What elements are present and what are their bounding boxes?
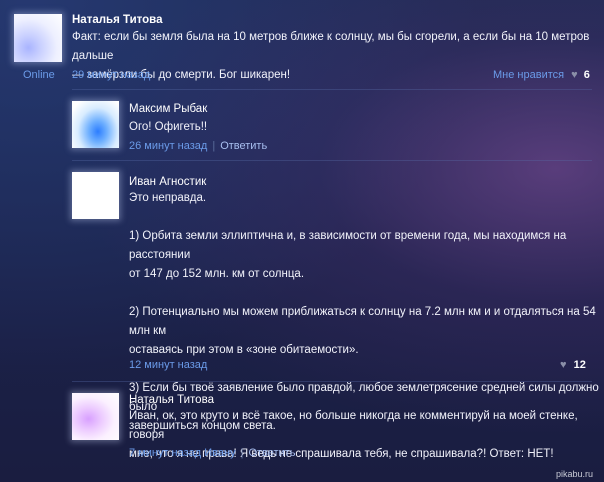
- comment-timestamp[interactable]: 26 минут назад: [129, 140, 207, 152]
- heart-icon: ♥: [560, 359, 567, 371]
- comment-timestamp[interactable]: 7 минут назад Ивану: [129, 447, 236, 459]
- comment-text-line: от 147 до 152 млн. км от солнца.: [129, 268, 305, 280]
- comment-text-line: 2) Потенциально мы можем приближаться к …: [129, 306, 596, 337]
- comment-meta: 26 минут назад | Ответить: [129, 140, 267, 152]
- comment-text: Ого! Офигеть!!: [129, 121, 208, 133]
- comment-author-name[interactable]: Иван Агностик: [129, 176, 206, 188]
- reply-button[interactable]: Ответить: [220, 140, 267, 152]
- heart-icon: ♥: [571, 69, 578, 81]
- post-timestamp[interactable]: 29 минут назад: [72, 69, 150, 81]
- meta-separator: |: [240, 447, 244, 459]
- like-label: Мне нравится: [493, 69, 565, 81]
- comment-text-line: 1) Орбита земли эллиптична и, в зависимо…: [129, 230, 567, 261]
- like-button[interactable]: Мне нравится ♥ 6: [493, 69, 590, 81]
- online-status: Online: [23, 69, 55, 81]
- reply-button[interactable]: Ответить: [248, 447, 295, 459]
- comment-like-button[interactable]: ♥ 12: [560, 359, 586, 371]
- commenter-avatar[interactable]: [72, 393, 119, 440]
- post-author-name[interactable]: Наталья Титова: [72, 14, 162, 26]
- comment-meta: 7 минут назад Ивану | Ответить: [129, 447, 295, 459]
- divider: [72, 89, 592, 90]
- comment-author-name[interactable]: Наталья Титова: [129, 394, 214, 406]
- divider: [72, 381, 592, 382]
- divider: [72, 160, 592, 161]
- commenter-avatar[interactable]: [72, 172, 119, 219]
- comment-timestamp[interactable]: 12 минут назад: [129, 359, 207, 371]
- meta-separator: |: [212, 140, 216, 152]
- like-count: 6: [583, 69, 590, 81]
- post-text-line: Факт: если бы земля была на 10 метров бл…: [72, 31, 590, 62]
- like-count: 12: [573, 359, 586, 371]
- comment-author-name[interactable]: Максим Рыбак: [129, 103, 207, 115]
- author-avatar[interactable]: [14, 14, 62, 62]
- commenter-avatar[interactable]: [72, 101, 119, 148]
- comment-text-line: Это неправда.: [129, 192, 207, 204]
- watermark: pikabu.ru: [556, 469, 594, 479]
- comment-text-line: Иван, ок, это круто и всё такое, но боль…: [129, 410, 578, 441]
- comment-text-line: оставаясь при этом в «зоне обитаемости».: [129, 344, 359, 356]
